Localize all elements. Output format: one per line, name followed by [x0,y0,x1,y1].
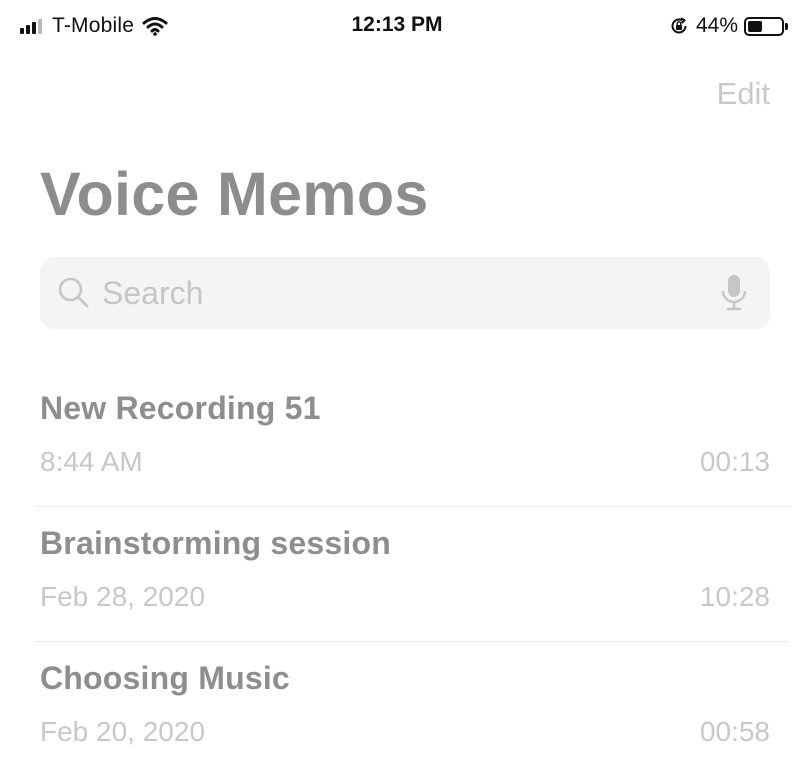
status-bar: T-Mobile 12:13 PM 44% [0,0,794,52]
recording-title: Choosing Music [40,660,290,696]
battery-percent: 44% [695,14,738,37]
battery-icon [744,16,788,36]
page-title: Voice Memos [40,160,429,228]
search-input[interactable] [102,267,692,319]
search-bar[interactable] [40,257,770,329]
battery-level-fill [748,20,762,32]
recording-date: 8:44 AM [40,446,143,477]
recording-date: Feb 20, 2020 [40,716,206,747]
status-bar-right: 44% [669,12,788,40]
recording-item[interactable]: New Recording 51 8:44 AM 00:13 [36,372,790,507]
recording-title: New Recording 51 [40,390,321,426]
recording-duration: 10:28 [699,581,770,612]
battery-cap [785,22,788,30]
recording-title: Brainstorming session [40,525,391,561]
recording-date: Feb 28, 2020 [40,581,206,612]
recording-duration: 00:58 [699,716,770,747]
orientation-lock-icon [669,16,689,36]
recording-duration: 00:13 [699,446,770,477]
recording-item[interactable]: Brainstorming session Feb 28, 2020 10:28 [36,507,790,642]
microphone-icon[interactable] [720,273,748,318]
edit-button[interactable]: Edit [717,76,770,112]
recordings-list: New Recording 51 8:44 AM 00:13 Brainstor… [36,372,790,777]
recording-item[interactable]: Choosing Music Feb 20, 2020 00:58 [40,642,774,777]
search-icon [57,276,91,315]
